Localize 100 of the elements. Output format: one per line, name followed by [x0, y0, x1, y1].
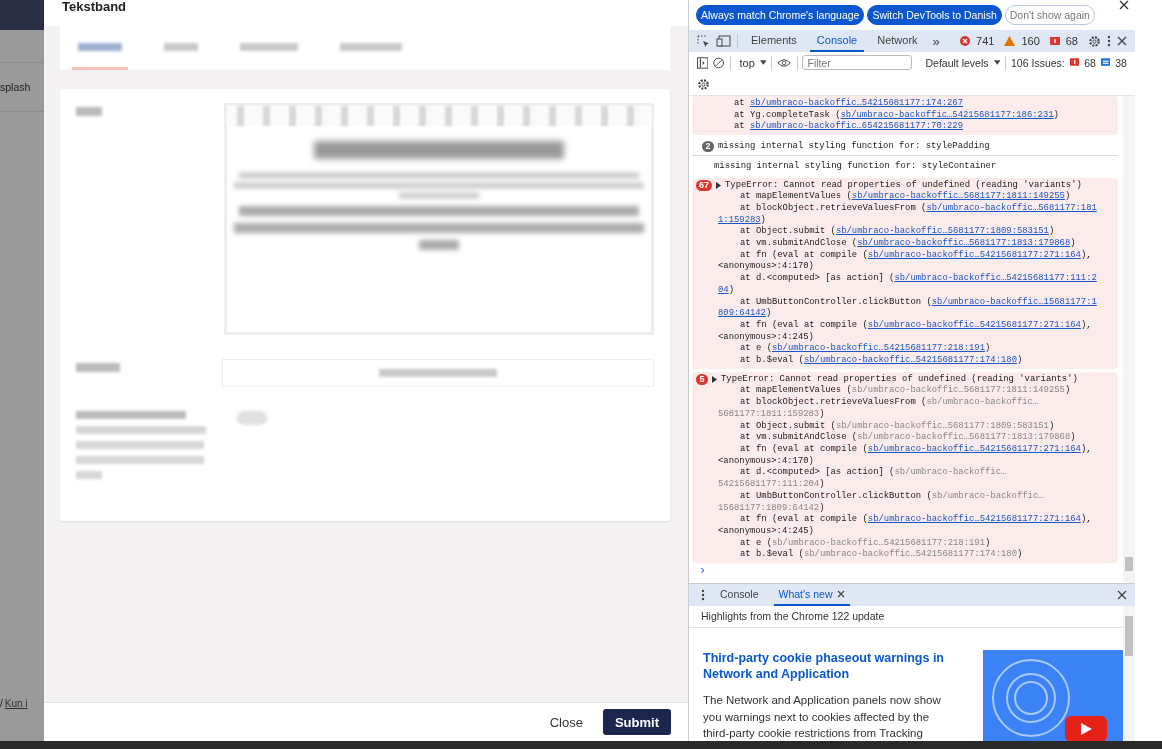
- warning-icon: [1004, 36, 1016, 46]
- expand-triangle-icon[interactable]: [716, 181, 721, 189]
- source-link[interactable]: sb/umbraco-backoffic…5681177:1809:583151: [835, 226, 1049, 237]
- device-icon[interactable]: [716, 35, 731, 47]
- console-prompt[interactable]: ›: [689, 566, 1123, 578]
- stack-trace-text: at d.<computed> [as action] (: [740, 467, 895, 478]
- source-link[interactable]: sb/umbraco-backoffic…54215681177:271:164: [867, 249, 1081, 260]
- levels-dropdown[interactable]: Default levels: [919, 56, 989, 69]
- source-link[interactable]: sb/umbraco-backoffic…54215681177:174:180: [803, 549, 1017, 560]
- inspect-icon[interactable]: [697, 34, 710, 48]
- source-link[interactable]: sb/umbraco-backoffic…: [894, 467, 1007, 478]
- stack-trace-text: at b.$eval (: [740, 355, 804, 366]
- source-link[interactable]: sb/umbraco-backoffic…54215681177:174:180: [803, 355, 1017, 366]
- stack-trace-text: ): [1048, 226, 1055, 237]
- drawer-tab[interactable]: What's new: [773, 584, 851, 606]
- close-button[interactable]: Close: [545, 708, 587, 736]
- devtools-tab[interactable]: Console: [809, 30, 865, 52]
- stack-trace-text: at d.<computed> [as action] (: [740, 273, 895, 284]
- expand-triangle-icon[interactable]: [712, 376, 717, 384]
- more-options-icon[interactable]: [701, 589, 705, 601]
- infobar-button[interactable]: Always match Chrome's language: [696, 5, 865, 25]
- source-link[interactable]: sb/umbraco-backoffic…654215681177:70:229: [750, 121, 964, 132]
- header-bar: [0, 0, 44, 30]
- stack-trace-text: ): [1070, 238, 1076, 249]
- menu-item-text[interactable]: splash: [0, 81, 31, 93]
- infobar-button[interactable]: Switch DevTools to Danish: [867, 5, 1002, 25]
- close-icon[interactable]: [1117, 590, 1127, 600]
- more-options-icon[interactable]: [1107, 35, 1111, 47]
- source-link[interactable]: 5681177:1811:159283: [718, 408, 820, 419]
- close-icon[interactable]: [837, 590, 846, 598]
- issue-icon: [1069, 58, 1080, 67]
- source-link[interactable]: sb/umbraco-backoffic…5681177:1813:179868: [857, 432, 1071, 443]
- submit-button[interactable]: Submit: [602, 709, 671, 735]
- source-link[interactable]: sb/umbraco-backoffic…5681177:181: [926, 202, 1097, 213]
- stack-trace-text: at Object.submit (: [740, 420, 836, 431]
- issues-label[interactable]: 106 Issues:: [1011, 56, 1065, 69]
- stack-trace-text: at fn (eval at compile (: [740, 249, 868, 260]
- stack-trace-text: <anonymous>:4:170): [718, 261, 814, 272]
- warning-count[interactable]: 160: [1021, 35, 1040, 47]
- stack-trace-text: ): [760, 214, 766, 225]
- source-link[interactable]: sb/umbraco-backoffic…5681177:1813:179868: [857, 238, 1071, 249]
- source-link[interactable]: sb/umbraco-backoffic…5681177:1811:149255: [851, 191, 1065, 202]
- context-dropdown[interactable]: top: [739, 56, 755, 69]
- filter-input[interactable]: Filter: [802, 55, 913, 70]
- close-icon[interactable]: [1117, 36, 1127, 46]
- source-link[interactable]: 1:159283: [718, 214, 761, 225]
- drawer-tab[interactable]: Console: [715, 584, 764, 606]
- tab-label[interactable]: What's new: [778, 588, 833, 600]
- error-count[interactable]: 741: [976, 35, 995, 47]
- settings-icon[interactable]: [1088, 34, 1101, 48]
- source-link[interactable]: sb/umbraco-backoffic…54215681177:111:2: [894, 273, 1097, 284]
- stack-trace-text: at: [734, 98, 746, 108]
- caret-icon: [993, 60, 1001, 65]
- tab-label[interactable]: Console: [720, 588, 759, 600]
- issue-count[interactable]: 38: [1115, 56, 1127, 69]
- source-link[interactable]: sb/umbraco-backoffic…54215681177:271:164: [867, 514, 1081, 525]
- eye-icon[interactable]: [777, 57, 792, 68]
- scrollbar[interactable]: [1123, 606, 1135, 741]
- play-icon[interactable]: [1065, 716, 1107, 741]
- article-text: The Network and Application panels now show you warnings next to cookies affected by the third-party cookie restrictions from Tracking: [703, 693, 942, 741]
- source-link[interactable]: sb/umbraco-backoffic…54215681177:271:164: [867, 319, 1081, 330]
- repeat-count-badge: 2: [702, 141, 714, 153]
- stack-trace-text: ): [819, 479, 825, 490]
- settings-icon[interactable]: [697, 77, 710, 91]
- infobar-button[interactable]: Don't show again: [1004, 5, 1095, 25]
- article-heading[interactable]: Third-party cookie phaseout warnings in Network and Application: [703, 650, 953, 682]
- more-tabs-button[interactable]: »: [930, 33, 942, 49]
- source-link[interactable]: 809:64142: [718, 308, 766, 319]
- issue-count[interactable]: 68: [1084, 56, 1096, 69]
- source-link[interactable]: sb/umbraco-backoffic…: [926, 397, 1039, 408]
- error-icon: [960, 36, 971, 46]
- stack-trace-text: at Object.submit (: [740, 226, 836, 237]
- source-link[interactable]: sb/umbraco-backoffic…5681177:1809:583151: [835, 420, 1049, 431]
- source-link[interactable]: 54215681177:111:204: [718, 479, 820, 490]
- source-link[interactable]: 15681177:1809:64142: [718, 502, 820, 513]
- issue-count[interactable]: 68: [1065, 35, 1078, 47]
- sidebar-icon[interactable]: [697, 56, 709, 69]
- scrollbar[interactable]: [1123, 96, 1135, 583]
- source-link[interactable]: sb/umbraco-backoffic…54215681177:186:231: [840, 109, 1054, 120]
- close-icon[interactable]: [1119, 0, 1129, 10]
- stack-trace-text: at vm.submitAndClose (: [740, 238, 858, 249]
- stack-trace-text: ): [1048, 420, 1055, 431]
- source-link[interactable]: 04: [718, 284, 729, 295]
- source-link[interactable]: sb/umbraco-backoffic…: [931, 490, 1044, 501]
- video-thumbnail[interactable]: [983, 650, 1123, 741]
- blurred-input[interactable]: [237, 411, 267, 425]
- breadcrumb-link[interactable]: Kun i: [4, 697, 28, 709]
- source-link[interactable]: sb/umbraco-backoffic…5681177:1811:149255: [851, 385, 1065, 396]
- source-link[interactable]: sb/umbraco-backoffic…54215681177:174:267: [750, 98, 964, 108]
- devtools-tab[interactable]: Network: [870, 30, 925, 52]
- console-message: TypeError: Cannot read properties of undefined (reading 'variants'): [725, 179, 1082, 191]
- clear-icon[interactable]: [713, 56, 725, 69]
- source-link[interactable]: sb/umbraco-backoffic…15681177:1: [931, 296, 1097, 307]
- stack-trace-text: ): [985, 537, 991, 548]
- source-link[interactable]: sb/umbraco-backoffic…54215681177:218:191: [771, 537, 985, 548]
- stack-trace-text: at vm.submitAndClose (: [740, 432, 858, 443]
- devtools-tab[interactable]: Elements: [744, 30, 804, 52]
- source-link[interactable]: sb/umbraco-backoffic…54215681177:271:164: [867, 444, 1081, 454]
- stack-trace-text: ): [819, 408, 825, 419]
- source-link[interactable]: sb/umbraco-backoffic…54215681177:218:191: [771, 343, 985, 354]
